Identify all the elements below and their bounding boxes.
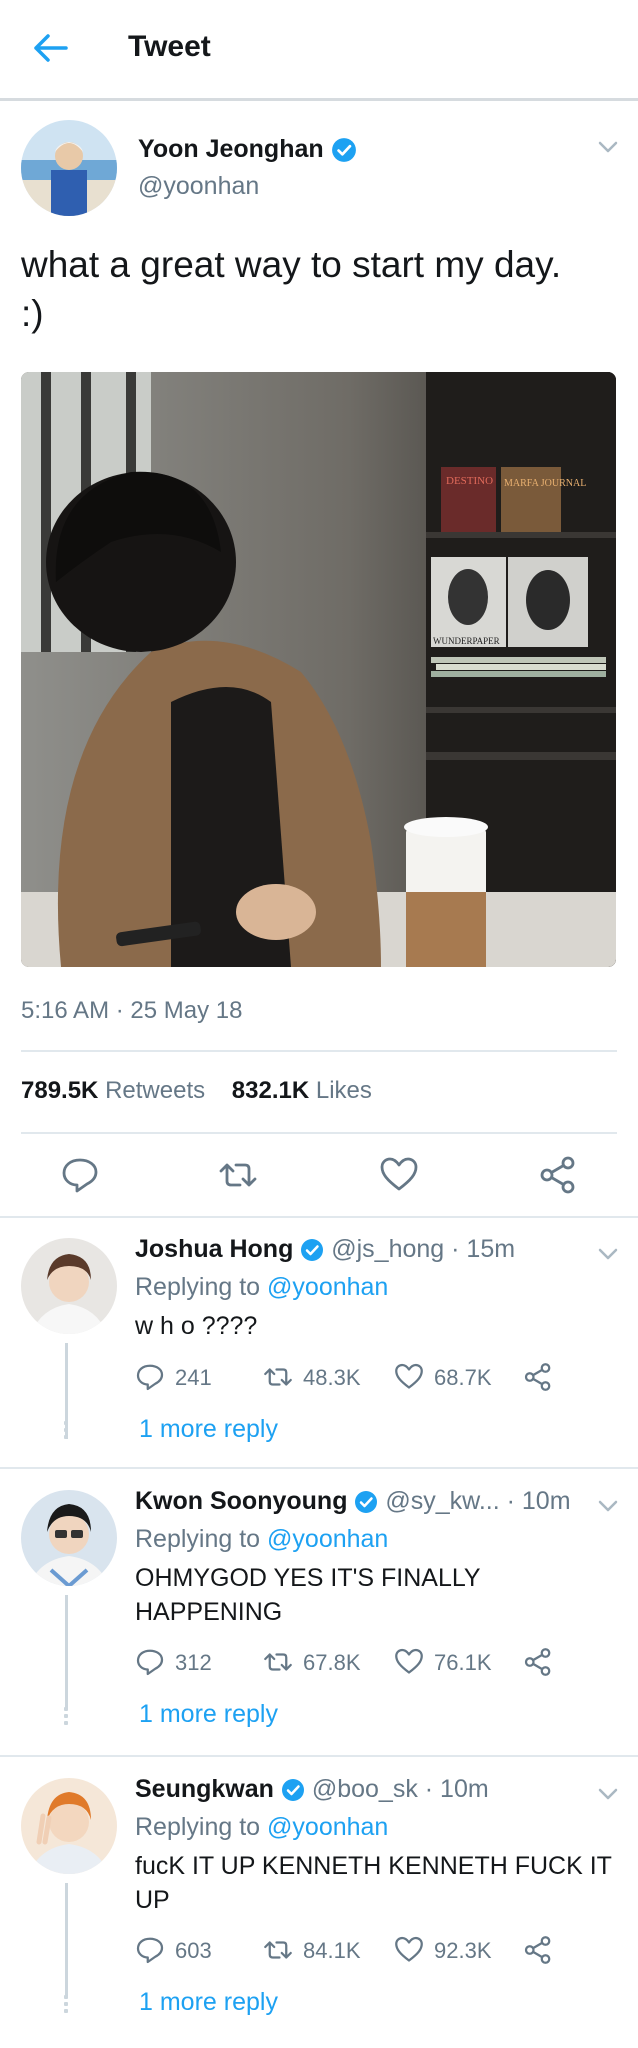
reply-time: · 15m: [451, 1235, 516, 1263]
retweets-label[interactable]: Retweets: [105, 1077, 205, 1104]
page-title: Tweet: [128, 30, 211, 63]
retweet-count: 84.1K: [303, 1938, 361, 1963]
reply-time: · 10m: [506, 1487, 571, 1515]
verified-badge-icon: [355, 1491, 378, 1514]
more-replies-link[interactable]: 1 more reply: [139, 1700, 278, 1729]
like-count: 76.1K: [434, 1650, 492, 1675]
chevron-down-icon[interactable]: [598, 1787, 618, 1801]
reply-text: OHMYGOD YES IT'S FINALLY HAPPENING: [135, 1564, 481, 1626]
like-icon: [395, 1648, 423, 1674]
reply-tweet[interactable]: Seungkwan @boo_sk · 10m Replying to @yoo…: [0, 1775, 638, 2045]
share-icon: [524, 1648, 551, 1676]
verified-badge-icon: [301, 1239, 324, 1262]
reply-actions: 241 48.3K 68.7K: [135, 1362, 575, 1392]
verified-badge-icon: [331, 138, 356, 163]
reply-time: · 10m: [424, 1775, 489, 1803]
likes-label[interactable]: Likes: [316, 1077, 372, 1104]
like-icon[interactable]: [379, 1155, 419, 1195]
like-count: 68.7K: [434, 1365, 492, 1390]
avatar[interactable]: [21, 120, 117, 216]
chevron-down-icon[interactable]: [598, 140, 618, 154]
thread-dots: [64, 1995, 68, 2016]
reply-icon: [136, 1364, 164, 1391]
retweet-icon: [264, 1653, 292, 1671]
like-icon: [395, 1363, 423, 1389]
retweets-count[interactable]: 789.5K: [21, 1077, 98, 1104]
magazine-title: MARFA JOURNAL: [504, 478, 586, 489]
divider: [21, 1050, 617, 1052]
author-name-text: Yoon Jeonghan: [138, 135, 324, 163]
reply-handle[interactable]: @sy_kw...: [385, 1487, 499, 1515]
likes-count[interactable]: 832.1K: [232, 1077, 309, 1104]
reply-tweet[interactable]: Joshua Hong @js_hong · 15m Replying to @…: [0, 1235, 638, 1470]
replying-to: Replying to @yoonhan: [135, 1813, 388, 1842]
replying-to-prefix: Replying to: [135, 1525, 261, 1553]
tweet-stats: 789.5K Retweets 832.1K Likes: [21, 1077, 372, 1105]
replying-to-mention[interactable]: @yoonhan: [267, 1273, 388, 1301]
reply-icon[interactable]: [60, 1155, 100, 1195]
tweet-text: what a great way to start my day. :): [21, 244, 562, 334]
reply-author-name[interactable]: Seungkwan: [135, 1775, 274, 1803]
thread-line: [65, 1883, 68, 1997]
more-replies-link[interactable]: 1 more reply: [139, 1415, 278, 1444]
chevron-down-icon[interactable]: [598, 1247, 618, 1261]
share-icon: [524, 1363, 551, 1391]
share-icon[interactable]: [538, 1155, 578, 1195]
replying-to-prefix: Replying to: [135, 1813, 261, 1841]
reply-author-name[interactable]: Kwon Soonyoung: [135, 1487, 347, 1515]
thread-line: [65, 1595, 68, 1709]
reply-text: fucK IT UP KENNETH KENNETH FUCK IT UP: [135, 1852, 612, 1914]
reply-handle[interactable]: @js_hong: [331, 1235, 444, 1263]
magazine-title: DESTINO: [446, 475, 493, 487]
thread-dots: [64, 1707, 68, 1728]
reply-actions: 603 84.1K 92.3K: [135, 1935, 575, 1965]
avatar[interactable]: [21, 1490, 117, 1586]
reply-actions: 312 67.8K 76.1K: [135, 1647, 575, 1677]
reply-author-line: Seungkwan @boo_sk · 10m: [135, 1775, 489, 1804]
reply-count: 241: [175, 1365, 212, 1390]
reply-handle[interactable]: @boo_sk: [312, 1775, 418, 1803]
like-count: 92.3K: [434, 1938, 492, 1963]
reply-icon: [136, 1649, 164, 1676]
verified-badge-icon: [281, 1779, 304, 1802]
like-icon: [395, 1936, 423, 1962]
reply-text: w h o ????: [135, 1312, 258, 1340]
thread-dots: [64, 1421, 68, 1442]
avatar[interactable]: [21, 1778, 117, 1874]
share-icon: [524, 1936, 551, 1964]
reply-author-name[interactable]: Joshua Hong: [135, 1235, 293, 1263]
divider: [21, 1132, 617, 1134]
divider: [0, 1467, 638, 1469]
replying-to: Replying to @yoonhan: [135, 1273, 388, 1302]
back-arrow-icon[interactable]: [30, 28, 70, 68]
retweet-count: 48.3K: [303, 1365, 361, 1390]
retweet-icon: [264, 1941, 292, 1959]
reply-author-line: Joshua Hong @js_hong · 15m: [135, 1235, 515, 1264]
chevron-down-icon[interactable]: [598, 1499, 618, 1513]
retweet-icon[interactable]: [218, 1155, 258, 1195]
replying-to-mention[interactable]: @yoonhan: [267, 1525, 388, 1553]
author-handle[interactable]: @yoonhan: [138, 172, 259, 201]
tweet-photo[interactable]: DESTINO MARFA JOURNAL WUNDERPAPER: [21, 372, 616, 967]
retweet-count: 67.8K: [303, 1650, 361, 1675]
replying-to: Replying to @yoonhan: [135, 1525, 388, 1554]
reply-count: 312: [175, 1650, 212, 1675]
reply-author-line: Kwon Soonyoung @sy_kw... · 10m: [135, 1487, 571, 1516]
divider: [0, 1755, 638, 1757]
reply-count: 603: [175, 1938, 212, 1963]
reply-tweet[interactable]: Kwon Soonyoung @sy_kw... · 10m Replying …: [0, 1487, 638, 1757]
reply-icon: [136, 1937, 164, 1964]
author-name[interactable]: Yoon Jeonghan: [138, 135, 357, 164]
divider: [0, 1216, 638, 1218]
magazine-title: WUNDERPAPER: [433, 636, 500, 646]
more-replies-link[interactable]: 1 more reply: [139, 1988, 278, 2017]
top-bar: Tweet: [0, 0, 638, 101]
replying-to-mention[interactable]: @yoonhan: [267, 1813, 388, 1841]
replying-to-prefix: Replying to: [135, 1273, 261, 1301]
avatar[interactable]: [21, 1238, 117, 1334]
tweet-timestamp: 5:16 AM · 25 May 18: [21, 997, 243, 1024]
retweet-icon: [264, 1368, 292, 1386]
